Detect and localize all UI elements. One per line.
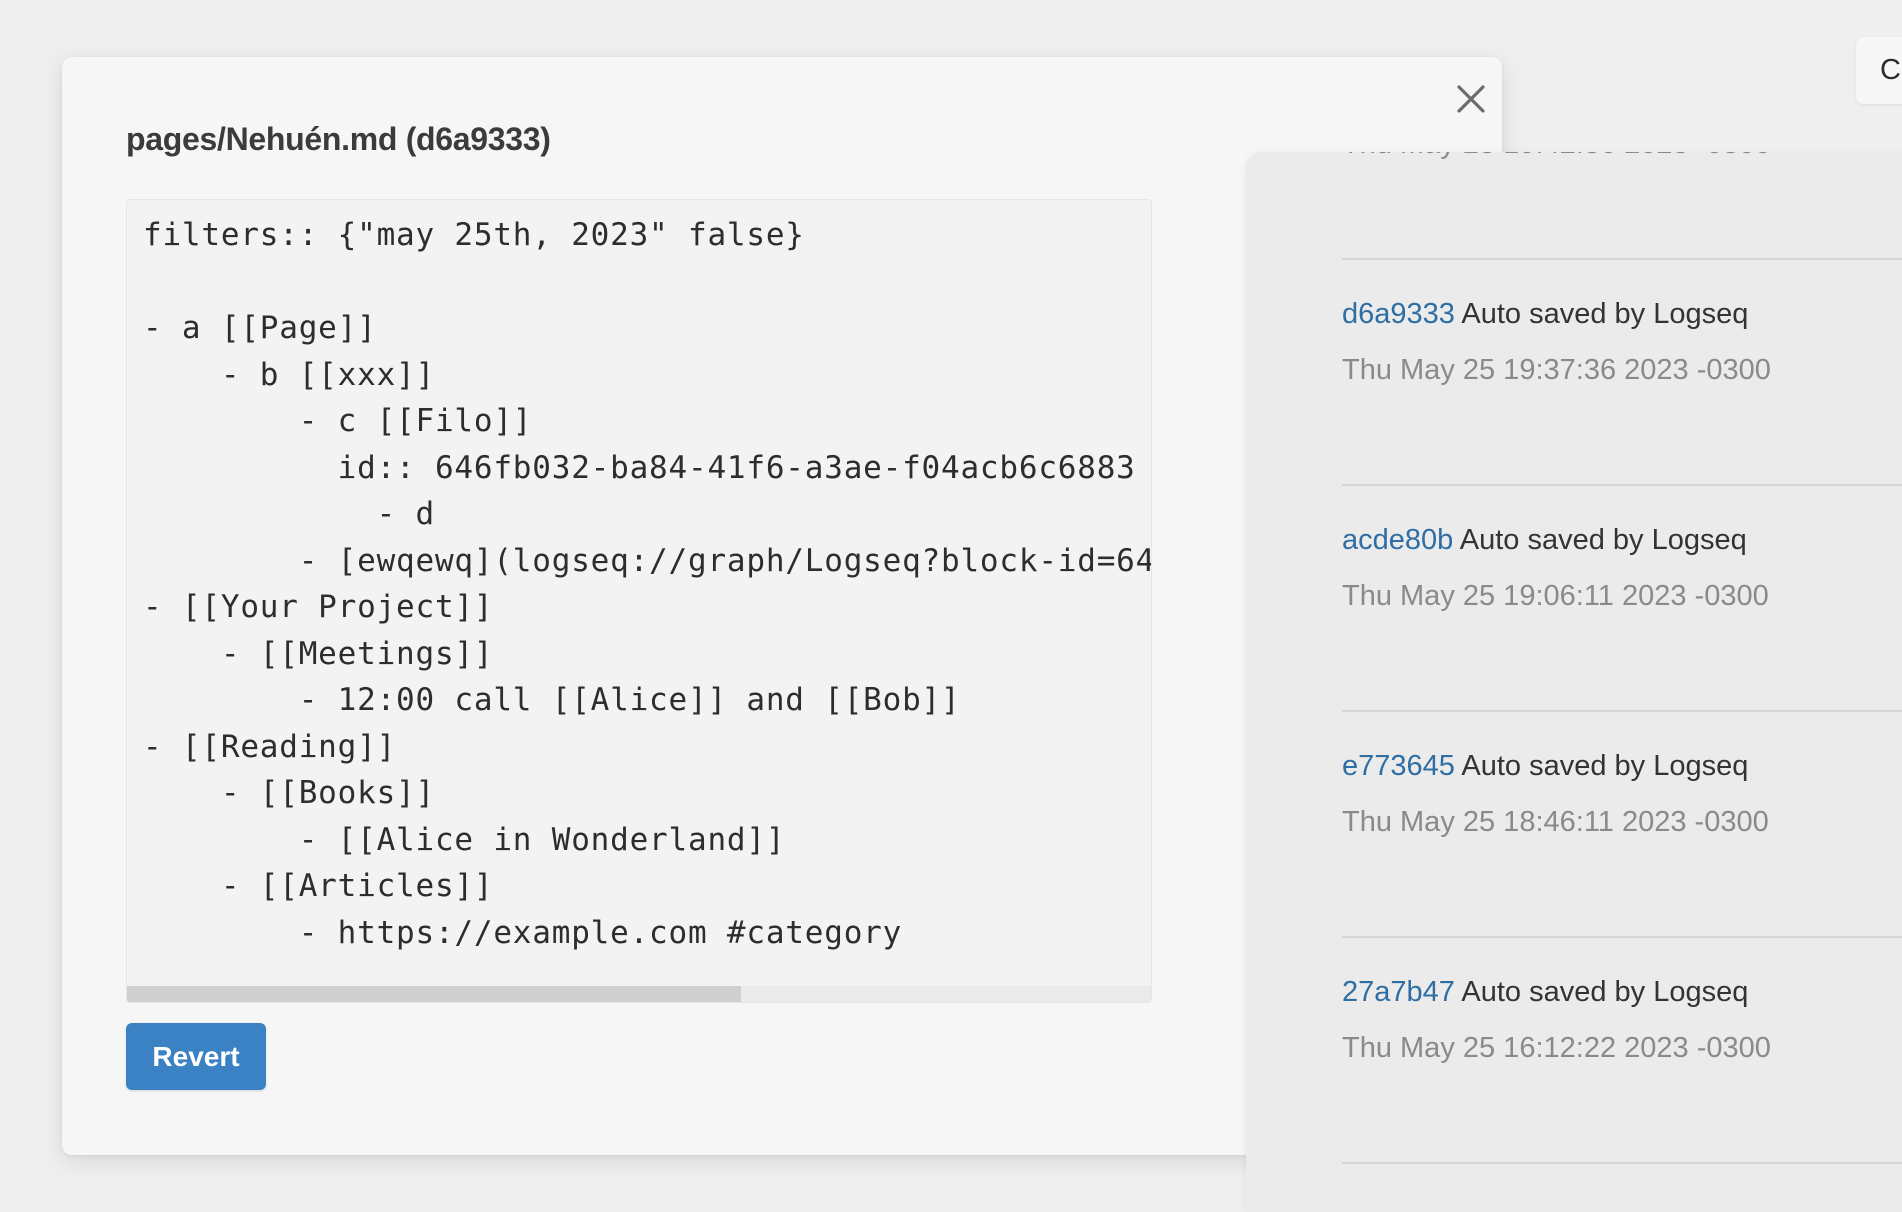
version-summary: 27a7b47 Auto saved by Logseq — [1342, 976, 1748, 1009]
code-line: filters:: {"may 25th, 2023" false} — [143, 217, 805, 253]
code-line: - c [[Filo]] — [143, 403, 533, 439]
commit-date: Thu May 25 18:46:11 2023 -0300 — [1342, 806, 1769, 838]
scrollbar-thumb[interactable] — [127, 986, 741, 1002]
commit-message: Auto saved by Logseq — [1459, 524, 1747, 556]
commit-hash-link[interactable]: e773645 — [1342, 750, 1455, 782]
code-line: - 12:00 call [[Alice]] and [[Bob]] — [143, 682, 961, 718]
commit-date: Thu May 25 19:42:36 2023 -0300 — [1342, 152, 1771, 161]
code-line: - b [[xxx]] — [143, 356, 435, 393]
version-list-item[interactable]: d6a9333 Auto saved by Logseq Thu May 25 1… — [1342, 260, 1902, 486]
commit-message: Auto saved by Logseq — [1461, 750, 1749, 782]
version-summary: e773645 Auto saved by Logseq — [1342, 750, 1748, 783]
commit-message: Auto saved by Logseq — [1461, 976, 1749, 1008]
code-line: - [ewqewq](logseq://graph/Logseq?block-i… — [143, 542, 1152, 579]
top-right-button[interactable]: C — [1856, 37, 1902, 104]
commit-hash-link[interactable]: acde80b — [1342, 524, 1453, 556]
revert-button[interactable]: Revert — [126, 1023, 266, 1090]
code-line: - [[Articles]] — [143, 868, 494, 904]
version-list-item[interactable]: acde80b Auto saved by Logseq Thu May 25 1… — [1342, 486, 1902, 712]
commit-hash-link[interactable]: 27a7b47 — [1342, 976, 1455, 1008]
code-line: - [[Alice in Wonderland]] — [143, 821, 786, 858]
code-line: - [[Meetings]] — [143, 635, 494, 672]
commit-date: Thu May 25 19:06:11 2023 -0300 — [1342, 580, 1769, 612]
top-right-button-label: C — [1880, 54, 1901, 86]
code-line: - d — [143, 496, 435, 532]
divider — [1342, 1162, 1902, 1164]
version-list-item[interactable]: e773645 Auto saved by Logseq Thu May 25 1… — [1342, 712, 1902, 938]
version-list-item[interactable]: 27a7b47 Auto saved by Logseq Thu May 25 1… — [1342, 938, 1902, 1164]
commit-date: Thu May 25 16:12:22 2023 -0300 — [1342, 1032, 1771, 1064]
code-line: id:: 646fb032-ba84-41f6-a3ae-f04acb6c688… — [143, 449, 1136, 486]
commit-date: Thu May 25 19:37:36 2023 -0300 — [1342, 354, 1771, 386]
version-list-item[interactable]: 3b3c245 Auto saved by LogseqThu May 25 1… — [1342, 152, 1902, 260]
version-summary: d6a9333 Auto saved by Logseq — [1342, 298, 1748, 331]
close-icon[interactable] — [1442, 75, 1502, 135]
code-line: - a [[Page]] — [143, 310, 377, 346]
file-content-viewer[interactable]: filters:: {"may 25th, 2023" false}- a [[… — [126, 199, 1152, 1003]
code-line: - [[Your Project]] — [143, 589, 494, 625]
version-history-list: 3b3c245 Auto saved by LogseqThu May 25 1… — [1342, 152, 1902, 1164]
file-title: pages/Nehuén.md (d6a9333) — [126, 121, 551, 157]
code-line: - [[Reading]] — [143, 728, 397, 765]
version-summary: acde80b Auto saved by Logseq — [1342, 524, 1747, 557]
commit-hash-link[interactable]: d6a9333 — [1342, 298, 1455, 330]
code-line: - https://example.com #category — [143, 914, 903, 951]
commit-message: Auto saved by Logseq — [1461, 298, 1749, 330]
horizontal-scrollbar[interactable] — [127, 986, 1151, 1002]
code-line: - [[Books]] — [143, 775, 435, 811]
file-content-text: filters:: {"may 25th, 2023" false}- a [[… — [143, 212, 1152, 956]
version-history-panel[interactable]: 3b3c245 Auto saved by LogseqThu May 25 1… — [1246, 152, 1902, 1212]
